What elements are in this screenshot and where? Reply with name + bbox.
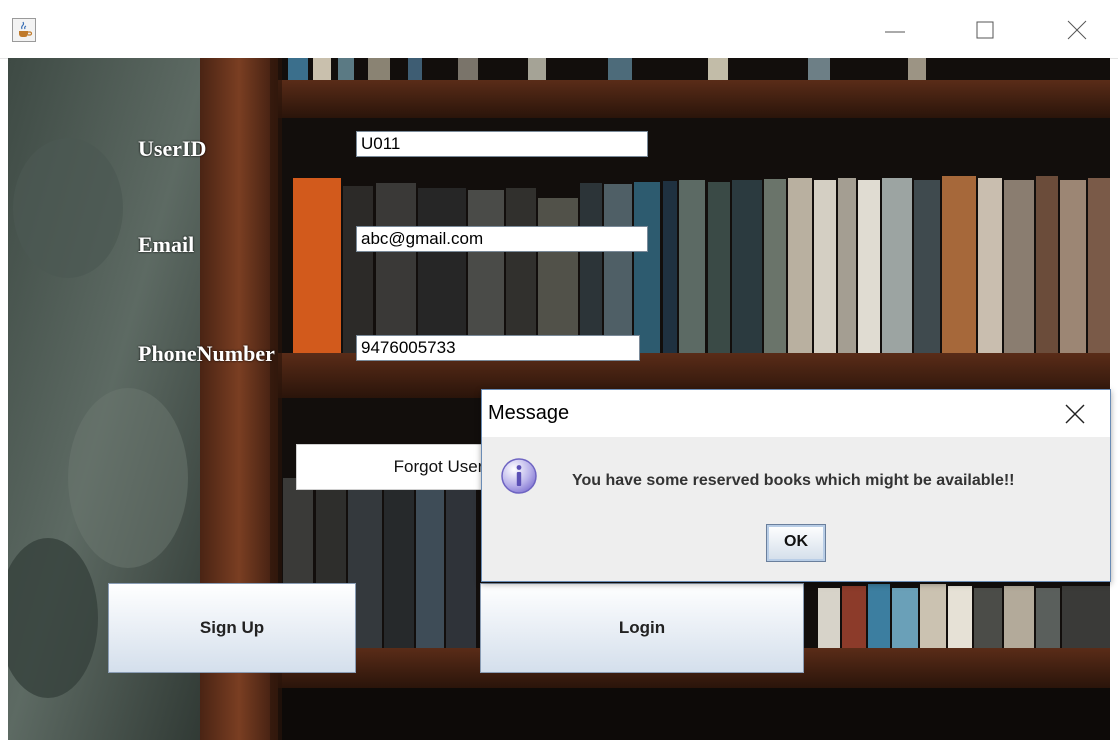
message-dialog: Message You have some reserved books whi…: [481, 389, 1111, 582]
dialog-title: Message: [488, 402, 570, 424]
userid-label: UserID: [138, 136, 207, 161]
java-app-icon[interactable]: [12, 18, 36, 42]
window-titlebar: [0, 0, 1118, 59]
close-icon[interactable]: [1062, 402, 1088, 426]
email-label: Email: [138, 232, 195, 257]
email-input[interactable]: [356, 226, 648, 252]
ok-button[interactable]: OK: [766, 524, 826, 562]
sign-up-button[interactable]: Sign Up: [108, 583, 356, 673]
login-button[interactable]: Login: [480, 583, 804, 673]
phone-input[interactable]: [356, 335, 640, 361]
userid-input[interactable]: [356, 131, 648, 157]
maximize-icon[interactable]: [970, 18, 1000, 44]
dialog-message: You have some reserved books which might…: [572, 472, 1015, 489]
close-icon[interactable]: [1062, 18, 1092, 44]
info-icon: [499, 456, 539, 496]
dialog-titlebar: Message: [482, 390, 1110, 437]
phone-label: PhoneNumber: [138, 341, 275, 366]
minimize-icon[interactable]: [880, 18, 910, 44]
